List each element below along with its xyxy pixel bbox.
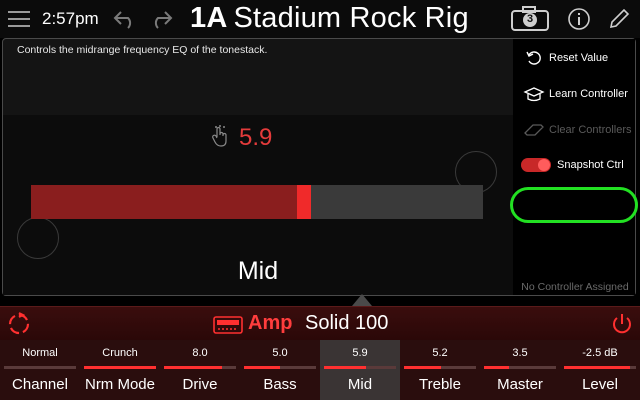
param-value: 5.2: [432, 347, 448, 359]
touch-hand-icon: [211, 125, 231, 152]
param-mid[interactable]: 5.9 Mid: [320, 340, 400, 400]
parameter-strip: Normal Channel Crunch Nrm Mode 8.0 Drive 5.0 Ba…: [0, 340, 640, 400]
model-category: Amp: [248, 312, 293, 334]
snapshot-ctrl-label: Snapshot Ctrl: [557, 159, 624, 171]
param-fill: [84, 366, 156, 369]
param-fill: [404, 366, 442, 369]
snapshot-button[interactable]: 3: [508, 0, 552, 38]
pencil-icon[interactable]: [602, 0, 636, 38]
learn-controller-label: Learn Controller: [549, 88, 628, 100]
clock: 2:57pm: [42, 9, 99, 28]
param-fill: [484, 366, 510, 369]
param-label: Mid: [347, 376, 373, 393]
param-drive[interactable]: 8.0 Drive: [160, 340, 240, 400]
param-track: [404, 366, 476, 369]
param-level[interactable]: -2.5 dB Level: [560, 340, 640, 400]
param-label: Channel: [12, 376, 68, 393]
preset-title[interactable]: 1A Stadium Rock Rig: [190, 2, 469, 35]
info-icon[interactable]: [562, 0, 596, 38]
value-slider[interactable]: [31, 185, 483, 219]
param-bass[interactable]: 5.0 Bass: [240, 340, 320, 400]
power-icon[interactable]: [610, 312, 634, 341]
learn-controller-button[interactable]: Learn Controller: [513, 79, 635, 109]
parameter-detail-panel: Controls the midrange frequency EQ of th…: [2, 38, 638, 296]
param-fill: [564, 366, 631, 369]
param-value: 3.5: [512, 347, 528, 359]
eraser-icon: [519, 122, 549, 138]
redo-icon[interactable]: [144, 0, 178, 38]
undo-icon[interactable]: [108, 0, 142, 38]
param-channel[interactable]: Normal Channel: [0, 340, 80, 400]
param-track: [4, 366, 76, 369]
param-track: [564, 366, 636, 369]
param-fill: [244, 366, 280, 369]
snapshot-number: 3: [526, 13, 534, 25]
param-track: [324, 366, 396, 369]
preset-name: Stadium Rock Rig: [233, 2, 469, 34]
top-bar: 2:57pm 1A Stadium Rock Rig 3: [0, 0, 640, 38]
param-track: [164, 366, 236, 369]
slider-fill: [31, 185, 298, 219]
model-bar: Amp Solid 100: [0, 306, 640, 341]
param-nrm-mode[interactable]: Crunch Nrm Mode: [80, 340, 160, 400]
param-label: Bass: [263, 376, 297, 393]
param-value: -2.5 dB: [582, 347, 618, 359]
param-track: [244, 366, 316, 369]
param-label: Master: [497, 376, 543, 393]
clear-controllers-button[interactable]: Clear Controllers: [513, 115, 635, 145]
slider-thumb[interactable]: [296, 185, 311, 219]
learn-controller-icon: [519, 86, 549, 102]
param-fill: [164, 366, 222, 369]
param-label: Drive: [182, 376, 218, 393]
preset-number: 1A: [190, 2, 228, 34]
param-value: 5.0: [272, 347, 288, 359]
panel-pointer: [352, 294, 372, 306]
menu-icon[interactable]: [4, 0, 34, 38]
param-label: Level: [582, 376, 618, 393]
reset-value-button[interactable]: Reset Value: [513, 43, 635, 73]
reset-icon: [519, 50, 549, 66]
param-value: Crunch: [102, 347, 138, 359]
param-track: [484, 366, 556, 369]
param-label: Nrm Mode: [84, 376, 155, 393]
no-controller-label: No Controller Assigned: [521, 281, 629, 293]
amp-icon: [213, 316, 243, 339]
clear-controllers-label: Clear Controllers: [549, 124, 632, 136]
param-value: 5.9: [352, 347, 368, 359]
model-name[interactable]: Solid 100: [305, 312, 388, 335]
param-master[interactable]: 3.5 Master: [480, 340, 560, 400]
cycle-model-icon[interactable]: [6, 311, 32, 342]
toggle-switch[interactable]: [521, 158, 551, 172]
param-fill: [324, 366, 367, 369]
snapshot-ctrl-toggle[interactable]: Snapshot Ctrl: [513, 150, 635, 180]
parameter-description: Controls the midrange frequency EQ of th…: [17, 44, 268, 56]
parameter-name: Mid: [237, 257, 279, 285]
param-track: [84, 366, 156, 369]
controller-menu: Reset Value Learn Controller Clear Contr…: [513, 39, 635, 295]
knob-ring-left: [17, 217, 59, 259]
param-treble[interactable]: 5.2 Treble: [400, 340, 480, 400]
param-value: Normal: [22, 347, 58, 359]
parameter-value: 5.9: [239, 124, 273, 151]
param-value: 8.0: [192, 347, 208, 359]
reset-value-label: Reset Value: [549, 52, 609, 64]
param-label: Treble: [419, 376, 461, 393]
